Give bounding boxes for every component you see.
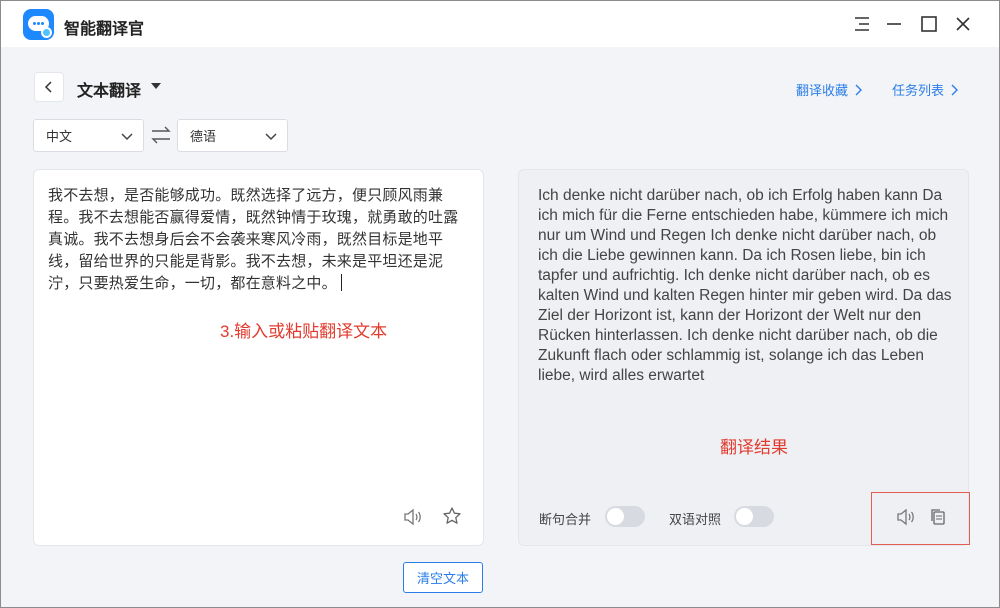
chevron-right-icon: [855, 84, 863, 95]
source-language-value: 中文: [46, 129, 73, 144]
tasks-link-label: 任务列表: [892, 83, 945, 98]
title-bar: 智能翻译官: [1, 1, 999, 47]
caret-down-icon[interactable]: [151, 83, 161, 89]
source-text-panel[interactable]: 我不去想，是否能够成功。既然选择了远方，便只顾风雨兼程。我不去想能否赢得爱情，既…: [33, 169, 484, 546]
close-icon[interactable]: [952, 13, 974, 35]
target-language-select[interactable]: 德语: [177, 119, 288, 152]
chevron-left-icon: [44, 81, 52, 93]
bilingual-label: 双语对照: [669, 512, 722, 527]
speaker-icon[interactable]: [895, 506, 917, 528]
tasks-link[interactable]: 任务列表: [892, 80, 959, 99]
app-window: 智能翻译官 文本翻译 翻译收藏 任务列表 中文 德语 我不去想，是否能够成功。既…: [0, 0, 1000, 608]
translation-text: Ich denke nicht darüber nach, ob ich Erf…: [538, 187, 952, 384]
favorites-link[interactable]: 翻译收藏: [796, 80, 863, 99]
star-icon[interactable]: [441, 505, 463, 527]
source-text-area[interactable]: 我不去想，是否能够成功。既然选择了远方，便只顾风雨兼程。我不去想能否赢得爱情，既…: [48, 185, 473, 295]
chevron-down-icon: [121, 133, 133, 141]
merge-sentences-toggle[interactable]: [605, 506, 645, 527]
swap-languages-icon[interactable]: [150, 124, 172, 146]
merge-sentences-label: 断句合并: [539, 512, 592, 527]
app-logo-icon: [23, 9, 54, 40]
target-language-value: 德语: [190, 129, 217, 144]
highlight-box: [871, 492, 970, 545]
source-annotation: 3.输入或粘贴翻译文本: [220, 322, 388, 341]
bilingual-toggle[interactable]: [734, 506, 774, 527]
chevron-right-icon: [951, 84, 959, 95]
menu-icon[interactable]: [851, 13, 873, 35]
app-title: 智能翻译官: [64, 21, 145, 38]
minimize-icon[interactable]: [883, 13, 905, 35]
translation-annotation: 翻译结果: [720, 438, 788, 457]
page-title[interactable]: 文本翻译: [77, 77, 141, 101]
copy-icon[interactable]: [927, 506, 949, 528]
maximize-icon[interactable]: [918, 13, 940, 35]
chevron-down-icon: [265, 133, 277, 141]
translation-panel: Ich denke nicht darüber nach, ob ich Erf…: [518, 169, 969, 546]
source-text: 我不去想，是否能够成功。既然选择了远方，便只顾风雨兼程。我不去想能否赢得爱情，既…: [48, 187, 459, 292]
source-language-select[interactable]: 中文: [33, 119, 144, 152]
back-button[interactable]: [34, 72, 64, 102]
clear-text-button[interactable]: 清空文本: [403, 562, 483, 593]
speaker-icon[interactable]: [402, 506, 424, 528]
text-cursor: [340, 274, 342, 291]
favorites-link-label: 翻译收藏: [796, 83, 849, 98]
